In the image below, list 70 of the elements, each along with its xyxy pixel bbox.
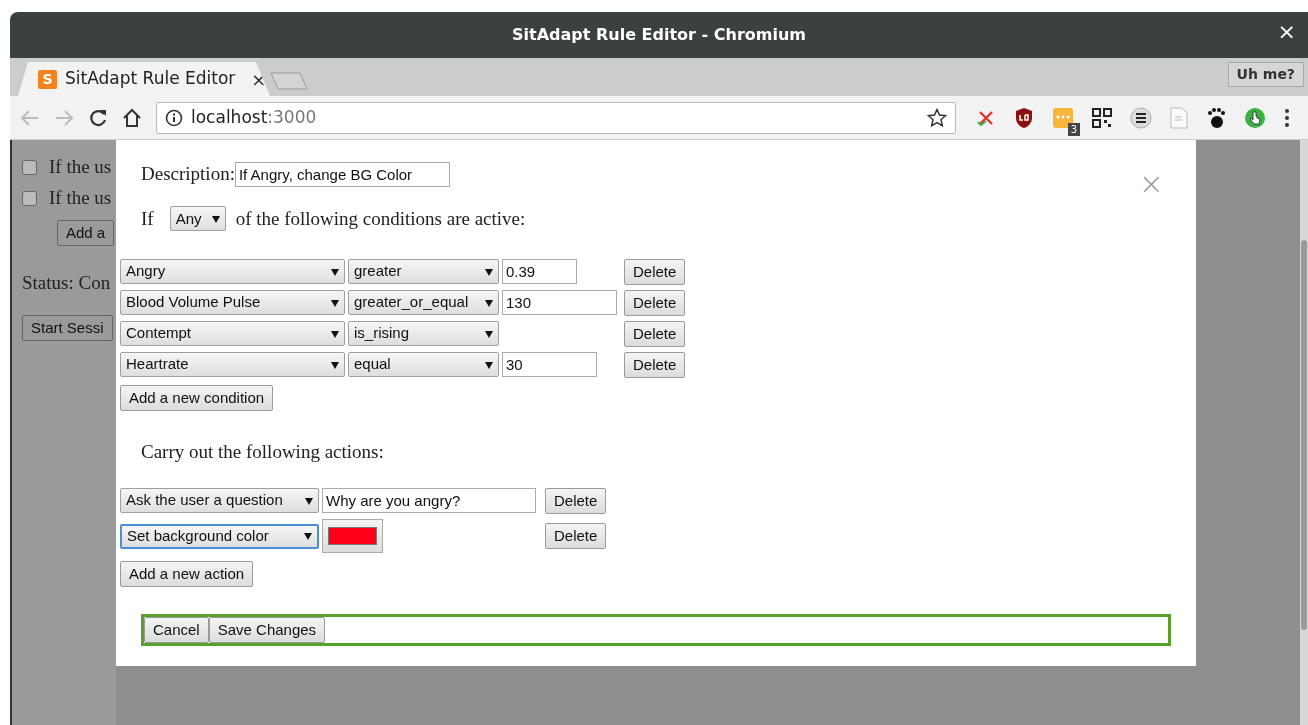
bookmark-star-icon[interactable] bbox=[927, 107, 947, 128]
scrollbar-thumb[interactable] bbox=[1301, 240, 1307, 630]
window-title: SitAdapt Rule Editor - Chromium bbox=[512, 24, 806, 46]
info-icon bbox=[165, 108, 183, 127]
rule-label: If the us bbox=[49, 186, 112, 211]
tab-close-button[interactable]: × bbox=[251, 65, 267, 93]
delete-button[interactable]: Delete bbox=[624, 258, 686, 285]
delete-button[interactable]: Delete bbox=[545, 487, 607, 514]
delete-button[interactable]: Delete bbox=[624, 351, 686, 378]
operator-dropdown[interactable]: is_rising bbox=[348, 321, 499, 346]
field-dropdown[interactable]: Heartrate bbox=[120, 352, 345, 377]
caret-icon bbox=[485, 298, 493, 307]
profile-button[interactable]: Uh me? bbox=[1227, 62, 1304, 87]
footer-button[interactable]: Save Changes bbox=[208, 616, 326, 643]
description-input[interactable]: If Angry, change BG Color bbox=[234, 161, 450, 187]
if-label: If bbox=[141, 206, 154, 231]
caret-icon bbox=[331, 329, 339, 338]
operator-dropdown[interactable]: greater bbox=[348, 259, 499, 284]
checkbox[interactable] bbox=[22, 191, 37, 206]
rule-label: If the us bbox=[49, 155, 112, 180]
caret-icon bbox=[331, 298, 339, 307]
field-dropdown[interactable]: Blood Volume Pulse bbox=[120, 290, 345, 315]
color-picker[interactable] bbox=[322, 519, 383, 553]
tab-title: SitAdapt Rule Editor bbox=[65, 67, 236, 91]
reload-icon[interactable] bbox=[88, 107, 108, 128]
hand-cursor-icon[interactable] bbox=[1244, 106, 1266, 129]
menu-icon[interactable] bbox=[1130, 106, 1152, 129]
conditions-label: of the following conditions are active: bbox=[235, 206, 526, 231]
start-session-button[interactable]: Start Sessi bbox=[22, 315, 113, 341]
description-label: Description: bbox=[141, 162, 235, 186]
caret-icon bbox=[331, 267, 339, 276]
caret-icon bbox=[485, 329, 493, 338]
value-input[interactable]: 0.39 bbox=[502, 259, 577, 285]
value-input[interactable]: 30 bbox=[502, 352, 597, 378]
scrollbar[interactable] bbox=[1300, 140, 1308, 725]
footprint-icon[interactable] bbox=[1206, 106, 1226, 129]
operator-dropdown[interactable]: equal bbox=[348, 352, 499, 377]
add-button[interactable]: Add a bbox=[57, 220, 115, 246]
caret-icon bbox=[331, 360, 339, 369]
caret-icon bbox=[485, 360, 493, 369]
actions-label: Carry out the following actions: bbox=[141, 439, 385, 464]
qr-code-icon[interactable] bbox=[1092, 107, 1112, 128]
field-dropdown[interactable]: Angry bbox=[120, 259, 345, 284]
add-condition-button[interactable]: Add a new condition bbox=[120, 385, 274, 411]
operator-dropdown[interactable]: greater_or_equal bbox=[348, 290, 499, 315]
field-dropdown[interactable]: Contempt bbox=[120, 321, 345, 346]
browser-tab[interactable]: S SitAdapt Rule Editor × bbox=[18, 62, 270, 96]
url-text: localhost:3000 bbox=[191, 105, 317, 129]
home-icon[interactable] bbox=[122, 107, 142, 128]
action-dropdown[interactable]: Ask the user a question bbox=[120, 488, 319, 513]
answer-input[interactable]: Why are you angry? bbox=[322, 488, 536, 514]
value-input[interactable]: 130 bbox=[502, 290, 617, 316]
close-button[interactable]: × bbox=[1273, 21, 1300, 43]
caret-icon bbox=[304, 532, 312, 540]
footer-button[interactable]: Cancel bbox=[144, 616, 209, 643]
delete-button[interactable]: Delete bbox=[545, 523, 607, 549]
address-bar[interactable]: localhost:3000 bbox=[156, 101, 956, 134]
caret-icon bbox=[211, 214, 220, 223]
delete-button[interactable]: Delete bbox=[624, 320, 686, 347]
favicon-icon: S bbox=[38, 69, 57, 89]
action-dropdown[interactable]: Set background color bbox=[120, 523, 319, 549]
shield-icon[interactable] bbox=[1014, 106, 1034, 129]
add-action-button[interactable]: Add a new action bbox=[120, 561, 254, 587]
checkbox[interactable] bbox=[22, 160, 37, 175]
match-dropdown[interactable]: Any bbox=[169, 206, 226, 232]
status-text: Status: Con bbox=[22, 270, 112, 295]
delete-button[interactable]: Delete bbox=[624, 289, 686, 316]
more-options-icon[interactable] bbox=[1284, 107, 1290, 128]
caret-icon bbox=[305, 496, 313, 505]
caret-icon bbox=[485, 267, 493, 276]
